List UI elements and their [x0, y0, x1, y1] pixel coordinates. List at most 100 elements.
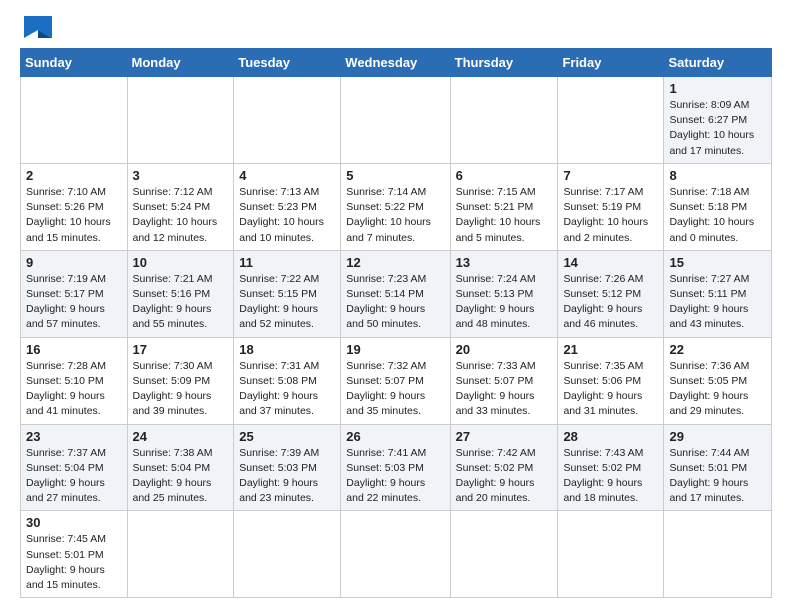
calendar-week-row: 30 Sunrise: 7:45 AM Sunset: 5:01 PM Dayli… — [21, 511, 772, 598]
day-info: Sunrise: 7:32 AM Sunset: 5:07 PM Dayligh… — [346, 359, 444, 420]
calendar-day-cell: 12Sunrise: 7:23 AM Sunset: 5:14 PM Dayli… — [341, 250, 450, 337]
calendar-day-cell: 13 Sunrise: 7:24 AM Sunset: 5:13 PM Dayli… — [450, 250, 558, 337]
calendar-week-row: 1Sunrise: 8:09 AM Sunset: 6:27 PM Daylig… — [21, 77, 772, 164]
day-number: 7 — [563, 168, 658, 183]
calendar-day-cell: 22 Sunrise: 7:36 AM Sunset: 5:05 PM Dayli… — [664, 337, 772, 424]
calendar-table: SundayMondayTuesdayWednesdayThursdayFrid… — [20, 48, 772, 598]
day-info: Sunrise: 7:43 AM Sunset: 5:02 PM Dayligh… — [563, 446, 658, 507]
day-number: 20 — [456, 342, 553, 357]
calendar-day-cell — [127, 511, 234, 598]
day-info: Sunrise: 7:18 AM Sunset: 5:18 PM Dayligh… — [669, 185, 766, 246]
calendar-day-cell: 24Sunrise: 7:38 AM Sunset: 5:04 PM Dayli… — [127, 424, 234, 511]
day-number: 21 — [563, 342, 658, 357]
day-info: Sunrise: 7:35 AM Sunset: 5:06 PM Dayligh… — [563, 359, 658, 420]
calendar-day-cell: 14Sunrise: 7:26 AM Sunset: 5:12 PM Dayli… — [558, 250, 664, 337]
calendar-day-cell: 8 Sunrise: 7:18 AM Sunset: 5:18 PM Daylig… — [664, 163, 772, 250]
day-info: Sunrise: 7:19 AM Sunset: 5:17 PM Dayligh… — [26, 272, 122, 333]
calendar-day-cell: 11 Sunrise: 7:22 AM Sunset: 5:15 PM Dayli… — [234, 250, 341, 337]
calendar-day-cell: 1Sunrise: 8:09 AM Sunset: 6:27 PM Daylig… — [664, 77, 772, 164]
day-info: Sunrise: 7:15 AM Sunset: 5:21 PM Dayligh… — [456, 185, 553, 246]
calendar-day-cell: 27 Sunrise: 7:42 AM Sunset: 5:02 PM Dayli… — [450, 424, 558, 511]
logo-icon — [24, 16, 52, 38]
day-info: Sunrise: 7:24 AM Sunset: 5:13 PM Dayligh… — [456, 272, 553, 333]
calendar-week-row: 23Sunrise: 7:37 AM Sunset: 5:04 PM Dayli… — [21, 424, 772, 511]
calendar-day-cell — [234, 511, 341, 598]
calendar-day-cell: 20 Sunrise: 7:33 AM Sunset: 5:07 PM Dayli… — [450, 337, 558, 424]
calendar-day-cell: 6 Sunrise: 7:15 AM Sunset: 5:21 PM Daylig… — [450, 163, 558, 250]
calendar-day-cell: 10 Sunrise: 7:21 AM Sunset: 5:16 PM Dayli… — [127, 250, 234, 337]
day-info: Sunrise: 7:45 AM Sunset: 5:01 PM Dayligh… — [26, 532, 122, 593]
day-number: 17 — [133, 342, 229, 357]
day-number: 13 — [456, 255, 553, 270]
day-number: 29 — [669, 429, 766, 444]
day-number: 27 — [456, 429, 553, 444]
day-number: 28 — [563, 429, 658, 444]
day-info: Sunrise: 7:30 AM Sunset: 5:09 PM Dayligh… — [133, 359, 229, 420]
calendar-day-cell: 23Sunrise: 7:37 AM Sunset: 5:04 PM Dayli… — [21, 424, 128, 511]
calendar-day-cell: 29 Sunrise: 7:44 AM Sunset: 5:01 PM Dayli… — [664, 424, 772, 511]
calendar-header-tuesday: Tuesday — [234, 49, 341, 77]
day-number: 22 — [669, 342, 766, 357]
calendar-page: SundayMondayTuesdayWednesdayThursdayFrid… — [0, 0, 792, 614]
day-info: Sunrise: 7:28 AM Sunset: 5:10 PM Dayligh… — [26, 359, 122, 420]
logo — [20, 16, 52, 38]
calendar-day-cell: 21 Sunrise: 7:35 AM Sunset: 5:06 PM Dayli… — [558, 337, 664, 424]
calendar-header-wednesday: Wednesday — [341, 49, 450, 77]
day-info: Sunrise: 7:33 AM Sunset: 5:07 PM Dayligh… — [456, 359, 553, 420]
calendar-day-cell: 17 Sunrise: 7:30 AM Sunset: 5:09 PM Dayli… — [127, 337, 234, 424]
day-number: 2 — [26, 168, 122, 183]
calendar-header-friday: Friday — [558, 49, 664, 77]
day-info: Sunrise: 7:44 AM Sunset: 5:01 PM Dayligh… — [669, 446, 766, 507]
calendar-day-cell: 7 Sunrise: 7:17 AM Sunset: 5:19 PM Daylig… — [558, 163, 664, 250]
calendar-day-cell: 19 Sunrise: 7:32 AM Sunset: 5:07 PM Dayli… — [341, 337, 450, 424]
calendar-week-row: 2 Sunrise: 7:10 AM Sunset: 5:26 PM Daylig… — [21, 163, 772, 250]
day-number: 30 — [26, 515, 122, 530]
day-info: Sunrise: 7:42 AM Sunset: 5:02 PM Dayligh… — [456, 446, 553, 507]
calendar-day-cell — [450, 511, 558, 598]
day-info: Sunrise: 7:21 AM Sunset: 5:16 PM Dayligh… — [133, 272, 229, 333]
day-info: Sunrise: 7:14 AM Sunset: 5:22 PM Dayligh… — [346, 185, 444, 246]
calendar-day-cell — [450, 77, 558, 164]
calendar-header-row: SundayMondayTuesdayWednesdayThursdayFrid… — [21, 49, 772, 77]
day-info: Sunrise: 7:38 AM Sunset: 5:04 PM Dayligh… — [133, 446, 229, 507]
day-number: 3 — [133, 168, 229, 183]
day-info: Sunrise: 7:22 AM Sunset: 5:15 PM Dayligh… — [239, 272, 335, 333]
calendar-day-cell: 16Sunrise: 7:28 AM Sunset: 5:10 PM Dayli… — [21, 337, 128, 424]
calendar-day-cell — [341, 511, 450, 598]
logo-text — [20, 16, 52, 38]
calendar-day-cell — [21, 77, 128, 164]
day-number: 8 — [669, 168, 766, 183]
calendar-day-cell: 28 Sunrise: 7:43 AM Sunset: 5:02 PM Dayli… — [558, 424, 664, 511]
day-number: 14 — [563, 255, 658, 270]
day-info: Sunrise: 7:23 AM Sunset: 5:14 PM Dayligh… — [346, 272, 444, 333]
calendar-day-cell: 4Sunrise: 7:13 AM Sunset: 5:23 PM Daylig… — [234, 163, 341, 250]
day-number: 18 — [239, 342, 335, 357]
day-number: 23 — [26, 429, 122, 444]
calendar-day-cell — [664, 511, 772, 598]
day-number: 11 — [239, 255, 335, 270]
day-info: Sunrise: 7:36 AM Sunset: 5:05 PM Dayligh… — [669, 359, 766, 420]
day-info: Sunrise: 7:17 AM Sunset: 5:19 PM Dayligh… — [563, 185, 658, 246]
calendar-day-cell — [341, 77, 450, 164]
day-info: Sunrise: 7:10 AM Sunset: 5:26 PM Dayligh… — [26, 185, 122, 246]
calendar-header-monday: Monday — [127, 49, 234, 77]
day-number: 15 — [669, 255, 766, 270]
day-info: Sunrise: 7:12 AM Sunset: 5:24 PM Dayligh… — [133, 185, 229, 246]
day-number: 4 — [239, 168, 335, 183]
day-number: 19 — [346, 342, 444, 357]
calendar-day-cell: 9 Sunrise: 7:19 AM Sunset: 5:17 PM Daylig… — [21, 250, 128, 337]
calendar-day-cell: 30 Sunrise: 7:45 AM Sunset: 5:01 PM Dayli… — [21, 511, 128, 598]
day-number: 10 — [133, 255, 229, 270]
calendar-day-cell — [558, 77, 664, 164]
calendar-day-cell: 3 Sunrise: 7:12 AM Sunset: 5:24 PM Daylig… — [127, 163, 234, 250]
day-number: 9 — [26, 255, 122, 270]
day-number: 26 — [346, 429, 444, 444]
calendar-day-cell: 5 Sunrise: 7:14 AM Sunset: 5:22 PM Daylig… — [341, 163, 450, 250]
day-number: 25 — [239, 429, 335, 444]
calendar-week-row: 9 Sunrise: 7:19 AM Sunset: 5:17 PM Daylig… — [21, 250, 772, 337]
day-info: Sunrise: 7:39 AM Sunset: 5:03 PM Dayligh… — [239, 446, 335, 507]
page-header — [20, 16, 772, 38]
day-number: 6 — [456, 168, 553, 183]
day-number: 5 — [346, 168, 444, 183]
calendar-day-cell: 26Sunrise: 7:41 AM Sunset: 5:03 PM Dayli… — [341, 424, 450, 511]
